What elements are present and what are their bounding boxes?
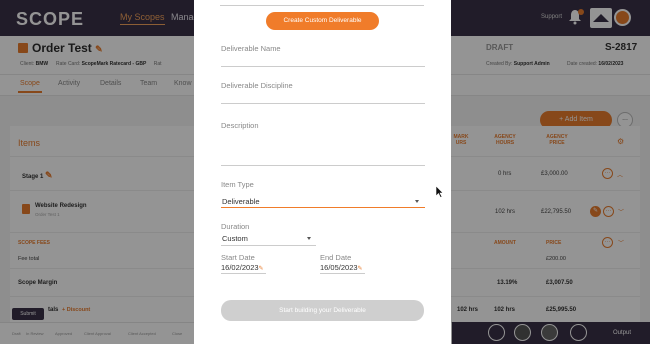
create-custom-deliverable-button[interactable]: Create Custom Deliverable bbox=[266, 12, 379, 30]
caret-down-icon bbox=[415, 200, 419, 203]
deliverable-name-input[interactable] bbox=[221, 66, 425, 67]
description-label: Description bbox=[221, 121, 259, 130]
pencil-icon[interactable]: ✎ bbox=[358, 266, 363, 272]
end-date-field[interactable]: 16/05/2023✎ bbox=[320, 263, 363, 272]
description-textarea[interactable] bbox=[221, 165, 425, 166]
duration-underline bbox=[221, 245, 316, 246]
pencil-icon[interactable]: ✎ bbox=[259, 266, 264, 272]
deliverable-name-label: Deliverable Name bbox=[221, 44, 281, 53]
start-date-label: Start Date bbox=[221, 253, 255, 262]
end-date-label: End Date bbox=[320, 253, 352, 262]
start-date-value: 16/02/2023 bbox=[221, 263, 259, 272]
caret-down-icon bbox=[307, 237, 311, 240]
duration-select[interactable]: Custom bbox=[222, 234, 248, 243]
item-type-value: Deliverable bbox=[222, 197, 260, 206]
start-date-underline bbox=[221, 273, 266, 274]
start-building-deliverable-button[interactable]: Start building your Deliverable bbox=[221, 300, 424, 321]
end-date-underline bbox=[320, 273, 365, 274]
end-date-value: 16/05/2023 bbox=[320, 263, 358, 272]
item-type-label: Item Type bbox=[221, 180, 254, 189]
deliverable-discipline-input[interactable] bbox=[221, 103, 425, 104]
deliverable-discipline-label: Deliverable Discipline bbox=[221, 81, 293, 90]
mouse-cursor-icon bbox=[436, 186, 444, 198]
duration-label: Duration bbox=[221, 222, 250, 231]
modal-top-divider bbox=[220, 5, 424, 6]
start-date-field[interactable]: 16/02/2023✎ bbox=[221, 263, 264, 272]
